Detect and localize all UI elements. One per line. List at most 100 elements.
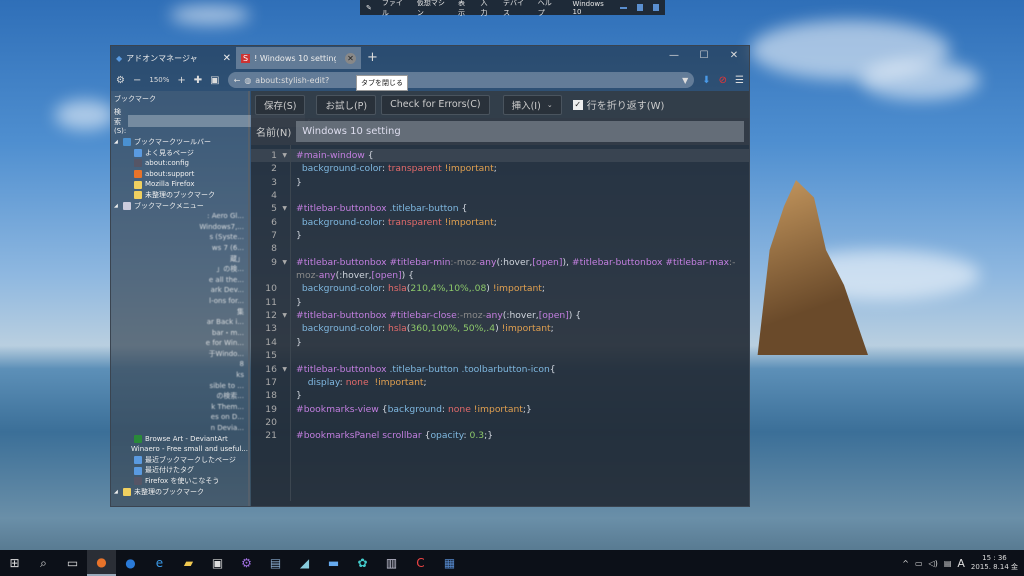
bookmark-item[interactable]: Browse Art - DeviantArt: [111, 434, 248, 445]
bookmark-item[interactable]: : Aero Gl...: [111, 211, 248, 222]
vbox-menu-file[interactable]: ファイル: [382, 0, 407, 18]
code-editor[interactable]: 1 ▼ #main-window {2 background-color: tran…: [251, 145, 749, 501]
code-line[interactable]: 18}: [251, 389, 749, 402]
expand-icon[interactable]: ◢: [114, 487, 120, 498]
chevron-up-icon[interactable]: ^: [902, 559, 909, 568]
thunderbird-icon[interactable]: ●: [116, 550, 145, 576]
bookmark-item[interactable]: ar Back i...: [111, 317, 248, 328]
bookmark-item[interactable]: 集: [111, 307, 248, 318]
vbox-menu-view[interactable]: 表示: [458, 0, 470, 18]
bookmark-item[interactable]: about:support: [111, 169, 248, 180]
back-icon[interactable]: ←: [234, 76, 241, 85]
fold-icon[interactable]: ▼: [282, 363, 287, 376]
stylish-icon[interactable]: ⊘: [719, 75, 727, 86]
app-icon[interactable]: ▦: [435, 550, 464, 576]
bookmark-item[interactable]: bar・m...: [111, 328, 248, 339]
fold-icon[interactable]: ▼: [282, 202, 287, 215]
code-line[interactable]: 12 ▼ #titlebar-buttonbox #titlebar-close:-…: [251, 309, 749, 322]
clock[interactable]: 15 : 36 2015. 8.14 金: [971, 554, 1018, 572]
bookmark-item[interactable]: k Them...: [111, 402, 248, 413]
restore-icon[interactable]: [636, 4, 643, 11]
bookmark-item[interactable]: 最近付けたタグ: [111, 465, 248, 476]
close-tab-icon[interactable]: ✕: [223, 53, 231, 64]
bookmark-item[interactable]: 最近ブックマークしたページ: [111, 455, 248, 466]
bookmark-item[interactable]: の検索...: [111, 391, 248, 402]
sidebar-icon[interactable]: ▣: [210, 75, 219, 86]
checkbox-icon[interactable]: ✓: [572, 99, 583, 110]
preview-button[interactable]: お試し(P): [316, 94, 377, 115]
fold-icon[interactable]: ▼: [282, 309, 287, 322]
style-name-input[interactable]: [296, 121, 744, 142]
vbox-menu-devices[interactable]: デバイス: [503, 0, 528, 18]
pin-icon[interactable]: ✎: [366, 4, 372, 12]
download-icon[interactable]: ⬇: [702, 75, 710, 86]
app-icon[interactable]: ◢: [290, 550, 319, 576]
tab-stylish-edit[interactable]: S ! Windows 10 setting の編集 ✕: [236, 47, 361, 69]
code-line[interactable]: 9 ▼ #titlebar-buttonbox #titlebar-min:-moz…: [251, 256, 749, 283]
start-icon[interactable]: ⊞: [0, 550, 29, 576]
notification-icon[interactable]: ▤: [944, 559, 952, 568]
bookmark-item[interactable]: 未整理のブックマーク: [111, 190, 248, 201]
code-line[interactable]: 21 #bookmarksPanel scrollbar {opacity: 0.…: [251, 429, 749, 442]
url-bar[interactable]: ← ◍ about:stylish-edit? ▼: [227, 72, 695, 88]
fold-icon[interactable]: ▼: [282, 256, 287, 269]
search-icon[interactable]: ⌕: [29, 550, 58, 576]
fold-icon[interactable]: ▼: [282, 149, 287, 162]
bookmark-item[interactable]: ◢ ブックマークツールバー: [111, 137, 248, 148]
tab-addon-manager[interactable]: ◆ アドオンマネージャ ✕: [111, 47, 236, 69]
code-line[interactable]: 19 #bookmarks-view {background: none !imp…: [251, 403, 749, 416]
minimize-icon[interactable]: [620, 6, 627, 9]
code-line[interactable]: 4: [251, 189, 749, 202]
close-icon[interactable]: [652, 4, 659, 11]
new-tab-button[interactable]: +: [361, 47, 384, 69]
bookmark-item[interactable]: Mozilla Firefox: [111, 179, 248, 190]
bookmark-item[interactable]: about:config: [111, 158, 248, 169]
url-text[interactable]: about:stylish-edit?: [255, 76, 329, 85]
vbox-menu-machine[interactable]: 仮想マシン: [417, 0, 448, 18]
bookmark-item[interactable]: ws 7 (6...: [111, 243, 248, 254]
bookmark-item[interactable]: Winaero - Free small and useful...: [111, 444, 248, 455]
bookmark-item[interactable]: s (Syste...: [111, 232, 248, 243]
code-line[interactable]: 5 ▼ #titlebar-buttonbox .titlebar-button {: [251, 202, 749, 215]
close-tab-icon[interactable]: ✕: [345, 52, 356, 64]
network-icon[interactable]: ▭: [915, 559, 923, 568]
bookmark-item[interactable]: よく見るページ: [111, 148, 248, 159]
firefox-icon[interactable]: ●: [87, 550, 116, 576]
gear-icon[interactable]: ⚙: [116, 75, 125, 86]
bookmark-item[interactable]: 于Windo...: [111, 349, 248, 360]
code-line[interactable]: 8: [251, 242, 749, 255]
bookmark-item[interactable]: 」の検...: [111, 264, 248, 275]
ccleaner-icon[interactable]: C: [406, 550, 435, 576]
bookmark-item[interactable]: 8: [111, 359, 248, 370]
vbox-menu-help[interactable]: ヘルプ: [538, 0, 557, 18]
code-line[interactable]: 6 background-color: transparent !importa…: [251, 216, 749, 229]
code-line[interactable]: 11}: [251, 296, 749, 309]
dropdown-icon[interactable]: ▼: [682, 76, 688, 85]
code-line[interactable]: 2 background-color: transparent !importa…: [251, 162, 749, 175]
bookmark-item[interactable]: e for Win...: [111, 338, 248, 349]
code-line[interactable]: 16 ▼ #titlebar-buttonbox .titlebar-button …: [251, 363, 749, 376]
bookmark-item[interactable]: e all the...: [111, 275, 248, 286]
bookmark-item[interactable]: Windows7,...: [111, 222, 248, 233]
code-line[interactable]: 13 background-color: hsla(360,100%, 50%,…: [251, 322, 749, 335]
code-line[interactable]: 7}: [251, 229, 749, 242]
ime-indicator[interactable]: A: [957, 557, 965, 570]
expand-icon[interactable]: ◢: [114, 201, 120, 212]
task-view-icon[interactable]: ▭: [58, 550, 87, 576]
code-line[interactable]: 3}: [251, 176, 749, 189]
code-line[interactable]: 20: [251, 416, 749, 429]
app-icon[interactable]: ▥: [377, 550, 406, 576]
app-icon[interactable]: ▤: [261, 550, 290, 576]
edge-icon[interactable]: e: [145, 550, 174, 576]
check-errors-button[interactable]: Check for Errors(C): [381, 94, 490, 115]
bookmark-item[interactable]: ◢ 未整理のブックマーク: [111, 487, 248, 498]
settings-app-icon[interactable]: ⚙: [232, 550, 261, 576]
menu-icon[interactable]: ☰: [735, 75, 744, 86]
bookmark-item[interactable]: ark Dev...: [111, 285, 248, 296]
zoom-out-button[interactable]: −: [133, 75, 141, 86]
app-icon[interactable]: ✿: [348, 550, 377, 576]
expand-icon[interactable]: ◢: [114, 137, 120, 148]
close-button[interactable]: ✕: [719, 46, 749, 66]
code-line[interactable]: 1 ▼ #main-window {: [251, 149, 749, 163]
bookmark-item[interactable]: 蔵」: [111, 254, 248, 265]
